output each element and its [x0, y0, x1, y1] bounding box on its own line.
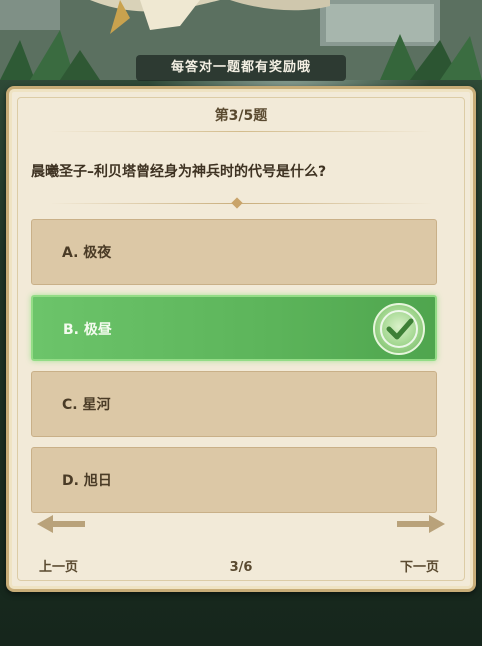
option-b-label: B. 极昼 — [63, 322, 112, 338]
pagination-bar: 上一页 3/6 下一页 — [9, 515, 473, 589]
title-divider — [49, 131, 433, 132]
divider-ornament — [231, 197, 243, 209]
arrow-right-icon[interactable] — [395, 513, 447, 535]
option-c-label: C. 星河 — [62, 397, 111, 413]
reward-banner: 每答对一题都有奖励哦 — [136, 55, 346, 81]
arrow-left-icon[interactable] — [35, 513, 87, 535]
option-d-label: D. 旭日 — [62, 473, 112, 489]
option-c[interactable]: C. 星河 — [31, 371, 437, 437]
option-b[interactable]: B. 极昼 — [31, 295, 437, 361]
question-progress-title: 第3/5题 — [214, 108, 268, 124]
check-icon — [373, 303, 425, 355]
question-text: 晨曦圣子–利贝塔曾经身为神兵时的代号是什么? — [31, 164, 327, 180]
quiz-card: 第3/5题 晨曦圣子–利贝塔曾经身为神兵时的代号是什么? A. 极夜 B. 极昼… — [6, 86, 476, 592]
next-page-button[interactable]: 下一页 — [400, 556, 439, 575]
option-a[interactable]: A. 极夜 — [31, 219, 437, 285]
option-d[interactable]: D. 旭日 — [31, 447, 437, 513]
option-a-label: A. 极夜 — [62, 245, 112, 261]
